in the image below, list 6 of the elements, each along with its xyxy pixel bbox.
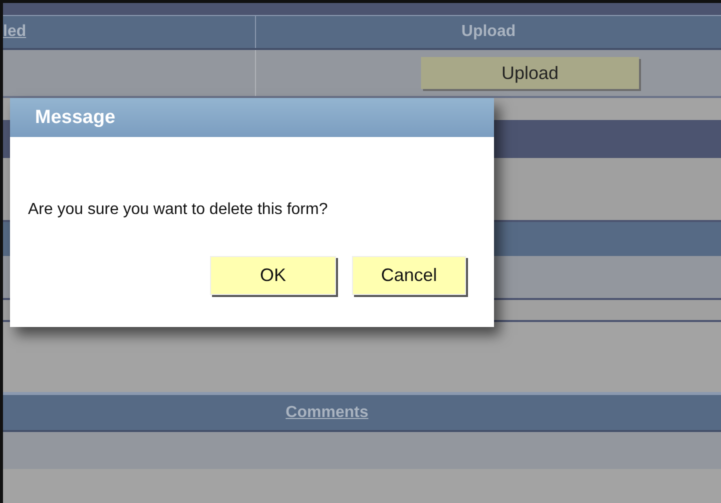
dialog-message: Are you sure you want to delete this form? [27, 201, 329, 219]
ok-button[interactable]: OK [210, 256, 336, 295]
cancel-button[interactable]: Cancel [352, 256, 466, 295]
upload-button[interactable]: Upload [421, 57, 639, 89]
dialog-title: Message [35, 106, 116, 128]
column-header: Upload [461, 23, 516, 41]
